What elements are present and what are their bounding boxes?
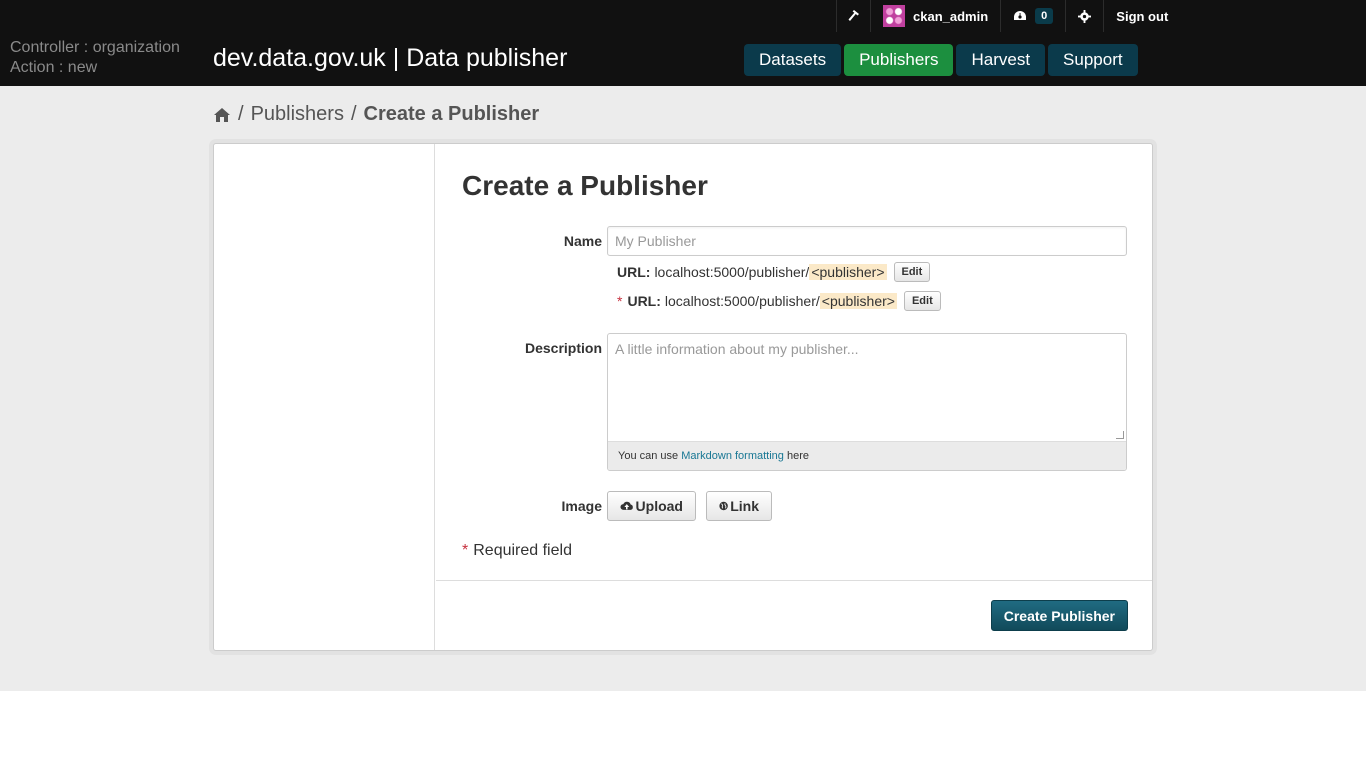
required-mark: * xyxy=(462,542,469,559)
avatar xyxy=(883,5,905,27)
markdown-info: You can use Markdown formatting here xyxy=(608,442,1126,470)
dashboard-link[interactable]: 0 xyxy=(1000,0,1065,32)
link-button[interactable]: Link xyxy=(706,491,772,521)
gear-icon xyxy=(1078,9,1092,23)
url-label: URL: xyxy=(627,293,661,309)
markdown-info-pre: You can use xyxy=(618,450,682,462)
dashboard-count-badge: 0 xyxy=(1035,8,1054,24)
name-input[interactable]: My Publisher xyxy=(607,226,1127,256)
description-placeholder: A little information about my publisher.… xyxy=(615,341,859,357)
breadcrumb-publishers[interactable]: Publishers xyxy=(251,103,344,126)
site-title[interactable]: dev.data.gov.uk | Data publisher xyxy=(213,44,567,73)
upload-label: Upload xyxy=(635,498,683,514)
url-preview-required: * URL: localhost:5000/publisher/ <publis… xyxy=(617,291,941,311)
markdown-info-post: here xyxy=(783,450,809,462)
url-slug: <publisher> xyxy=(819,293,897,309)
debug-controller: Controller : organization xyxy=(10,39,180,56)
debug-action: Action : new xyxy=(10,59,98,76)
account-bar: ckan_admin 0 Sign out xyxy=(836,0,1182,32)
markdown-link[interactable]: Markdown formatting xyxy=(681,450,784,462)
description-label: Description xyxy=(524,340,602,356)
settings-link[interactable] xyxy=(1065,0,1103,32)
resize-handle[interactable] xyxy=(1116,431,1124,439)
url-edit-button[interactable]: Edit xyxy=(893,262,931,282)
username: ckan_admin xyxy=(913,8,989,24)
hammer-icon xyxy=(848,10,859,21)
user-link[interactable]: ckan_admin xyxy=(870,0,1000,32)
form-actions: Create Publisher xyxy=(436,580,1152,650)
signout-link[interactable]: Sign out xyxy=(1103,0,1182,32)
masthead: ckan_admin 0 Sign out Controller: organ… xyxy=(0,0,1366,86)
upload-button[interactable]: Upload xyxy=(607,491,696,521)
description-textarea[interactable]: A little information about my publisher.… xyxy=(608,334,1126,442)
url-prefix: localhost:5000/publisher/ xyxy=(654,264,810,280)
nav-support[interactable]: Support xyxy=(1048,44,1138,76)
content-wrapper: Create a Publisher Name My Publisher URL… xyxy=(213,143,1153,651)
nav-datasets[interactable]: Datasets xyxy=(744,44,842,76)
signout-label: Sign out xyxy=(1116,8,1169,24)
required-text: Required field xyxy=(473,542,572,559)
description-field: A little information about my publisher.… xyxy=(607,333,1127,471)
breadcrumb-separator: / xyxy=(238,103,244,125)
url-label: URL: xyxy=(617,264,651,280)
url-slug: <publisher> xyxy=(809,264,887,280)
secondary-sidebar xyxy=(214,144,435,650)
url-preview: URL: localhost:5000/publisher/ <publishe… xyxy=(617,262,931,282)
globe-icon xyxy=(719,501,728,511)
breadcrumb-current[interactable]: Create a Publisher xyxy=(364,103,540,126)
main-content: / Publishers / Create a Publisher Create… xyxy=(0,86,1366,691)
image-label: Image xyxy=(561,498,602,514)
cloud-upload-icon xyxy=(620,501,633,510)
page-title: Create a Publisher xyxy=(462,170,708,201)
create-publisher-button[interactable]: Create Publisher xyxy=(990,600,1128,631)
sysadmin-link[interactable] xyxy=(836,0,870,32)
dashboard-icon xyxy=(1014,11,1027,20)
url-prefix: localhost:5000/publisher/ xyxy=(664,293,820,309)
home-icon[interactable] xyxy=(213,106,231,124)
url-edit-button-2[interactable]: Edit xyxy=(903,291,941,311)
breadcrumb-separator: / xyxy=(350,103,357,125)
nav-harvest[interactable]: Harvest xyxy=(956,44,1046,76)
required-field-note: * Required field xyxy=(462,542,572,560)
required-mark: * xyxy=(617,293,623,309)
link-label: Link xyxy=(730,498,759,514)
primary-section: Create a Publisher Name My Publisher URL… xyxy=(436,144,1152,650)
debug-info: Controller : organization Action : new xyxy=(10,38,180,78)
nav-publishers[interactable]: Publishers xyxy=(844,44,954,76)
main-nav: Datasets Publishers Harvest Support xyxy=(744,44,1138,76)
breadcrumb: / Publishers / Create a Publisher xyxy=(213,103,539,126)
name-label: Name xyxy=(563,233,602,249)
